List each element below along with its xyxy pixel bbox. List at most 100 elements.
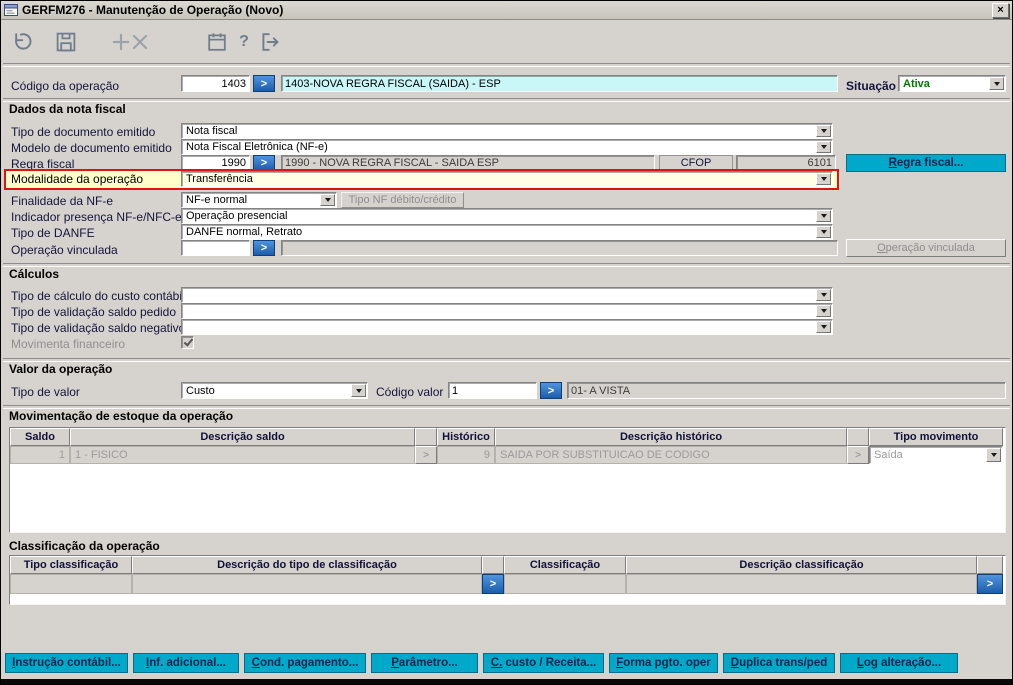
tipo-movimento-select[interactable]: Saída bbox=[869, 446, 1003, 464]
dropdown-arrow-icon[interactable] bbox=[351, 384, 366, 397]
separator bbox=[3, 358, 1010, 362]
grid-header-spacer bbox=[415, 428, 437, 446]
dropdown-arrow-icon[interactable] bbox=[816, 125, 831, 137]
codigo-valor-lookup-button[interactable]: > bbox=[540, 382, 562, 399]
saldo-pedido-label: Tipo de validação saldo pedido bbox=[11, 305, 177, 319]
x-icon bbox=[132, 34, 148, 50]
separator bbox=[3, 63, 1010, 67]
separator bbox=[3, 263, 1010, 267]
dropdown-arrow-icon[interactable] bbox=[816, 321, 831, 333]
saldo-lookup-button[interactable]: > bbox=[415, 446, 437, 464]
custo-contabil-select[interactable] bbox=[181, 287, 833, 303]
dropdown-arrow-icon[interactable] bbox=[816, 141, 831, 153]
dropdown-arrow-icon[interactable] bbox=[816, 289, 831, 301]
modelo-documento-label: Modelo de documento emitido bbox=[11, 141, 172, 155]
window-title: GERFM276 - Manutenção de Operação (Novo) bbox=[22, 3, 284, 17]
separator bbox=[3, 98, 1010, 102]
delete-button[interactable] bbox=[126, 28, 154, 56]
modalidade-select[interactable]: Transferência bbox=[181, 171, 833, 187]
help-button[interactable]: ? bbox=[230, 28, 258, 56]
calendar-icon bbox=[208, 33, 226, 51]
dropdown-arrow-icon[interactable] bbox=[320, 194, 335, 206]
section-title-nota-fiscal: Dados da nota fiscal bbox=[9, 102, 126, 116]
dropdown-arrow-icon[interactable] bbox=[989, 77, 1004, 90]
saldo-pedido-select[interactable] bbox=[181, 303, 833, 319]
codigo-operacao-descricao-field: 1403-NOVA REGRA FISCAL (SAIDA) - ESP bbox=[281, 75, 838, 92]
instrucao-contabil-button[interactable]: Instrução contábil... bbox=[5, 653, 128, 673]
regra-fiscal-button[interactable]: Regra fiscal... bbox=[846, 154, 1006, 172]
grid-header-spacer bbox=[847, 428, 869, 446]
c-custo-receita-button[interactable]: C. custo / Receita... bbox=[483, 653, 604, 673]
operacao-vinculada-button[interactable]: Operação vinculada bbox=[846, 239, 1006, 257]
historico-cell: 9 bbox=[437, 446, 495, 464]
descricao-classificacao-lookup-button[interactable]: > bbox=[977, 574, 1003, 594]
inf-adicional-button[interactable]: Inf. adicional... bbox=[133, 653, 239, 673]
dropdown-arrow-icon[interactable] bbox=[816, 210, 831, 222]
col-saldo-header: Saldo bbox=[10, 428, 70, 446]
undo-icon bbox=[15, 33, 32, 50]
title-bar: GERFM276 - Manutenção de Operação (Novo)… bbox=[1, 1, 1012, 20]
descricao-saldo-cell: 1 - FISICO bbox=[70, 446, 415, 464]
tipo-danfe-select[interactable]: DANFE normal, Retrato bbox=[181, 224, 833, 240]
tipo-documento-select[interactable]: Nota fiscal bbox=[181, 123, 833, 139]
exit-icon bbox=[262, 33, 279, 51]
classificacao-lookup-button[interactable]: > bbox=[482, 574, 504, 594]
exit-button[interactable] bbox=[256, 28, 284, 56]
close-button[interactable]: × bbox=[992, 2, 1009, 18]
indicador-presenca-select[interactable]: Operação presencial bbox=[181, 208, 833, 224]
log-alteracao-button[interactable]: Log alteração... bbox=[840, 653, 958, 673]
close-icon: × bbox=[997, 3, 1004, 16]
descricao-tipo-classificacao-field bbox=[132, 574, 482, 594]
movimenta-financeiro-checkbox[interactable] bbox=[181, 336, 194, 349]
dropdown-arrow-icon[interactable] bbox=[816, 305, 831, 317]
cond-pagamento-button[interactable]: Cond. pagamento... bbox=[244, 653, 366, 673]
saldo-negativo-select[interactable] bbox=[181, 319, 833, 335]
save-icon bbox=[56, 32, 76, 52]
modelo-documento-select[interactable]: Nota Fiscal Eletrônica (NF-e) bbox=[181, 139, 833, 155]
forma-pgto-oper-button[interactable]: Forma pgto. oper bbox=[609, 653, 718, 673]
section-title-calculos: Cálculos bbox=[9, 267, 60, 281]
finalidade-select[interactable]: NF-e normal bbox=[181, 192, 337, 208]
codigo-operacao-lookup-button[interactable]: > bbox=[253, 75, 275, 92]
descricao-classificacao-field bbox=[626, 574, 977, 594]
section-title-valor: Valor da operação bbox=[9, 362, 113, 376]
historico-lookup-button[interactable]: > bbox=[847, 446, 869, 464]
saldo-negativo-label: Tipo de validação saldo negativo bbox=[11, 321, 186, 335]
grid-header-spacer bbox=[482, 556, 504, 574]
finalidade-label: Finalidade da NF-e bbox=[11, 194, 114, 208]
col-classificacao-header: Classificação bbox=[504, 556, 626, 574]
col-descricao-tipo-header: Descrição do tipo de classificação bbox=[132, 556, 482, 574]
operacao-vinculada-input[interactable] bbox=[181, 240, 250, 256]
operacao-vinculada-label: Operação vinculada bbox=[11, 243, 118, 257]
situacao-select[interactable]: Ativa bbox=[898, 75, 1006, 92]
modalidade-label: Modalidade da operação bbox=[11, 172, 144, 186]
app-icon bbox=[4, 3, 18, 17]
col-tipo-movimento-header: Tipo movimento bbox=[869, 428, 1003, 446]
undo-button[interactable] bbox=[7, 28, 35, 56]
parametro-button[interactable]: Parâmetro... bbox=[371, 653, 478, 673]
tipo-nf-debito-credito-button[interactable]: Tipo NF débito/crédito bbox=[341, 192, 464, 208]
col-tipo-classificacao-header: Tipo classificação bbox=[10, 556, 132, 574]
help-icon: ? bbox=[239, 33, 249, 50]
dropdown-arrow-icon[interactable] bbox=[986, 448, 1001, 462]
codigo-valor-label: Código valor bbox=[376, 385, 444, 399]
duplica-trans-ped-button[interactable]: Duplica trans/ped bbox=[723, 653, 835, 673]
col-descricao-saldo-header: Descrição saldo bbox=[70, 428, 415, 446]
operacao-vinculada-lookup-button[interactable]: > bbox=[253, 240, 275, 256]
check-icon bbox=[183, 336, 194, 347]
calendar-button[interactable] bbox=[203, 28, 231, 56]
dropdown-arrow-icon[interactable] bbox=[816, 226, 831, 238]
estoque-grid: Saldo Descrição saldo Histórico Descriçã… bbox=[9, 427, 1006, 533]
dropdown-arrow-icon[interactable] bbox=[816, 173, 831, 185]
tipo-documento-label: Tipo de documento emitido bbox=[11, 125, 156, 139]
main-toolbar: ? bbox=[1, 20, 1012, 62]
descricao-historico-cell: SAIDA POR SUBSTITUICAO DE CODIGO bbox=[495, 446, 847, 464]
col-descricao-historico-header: Descrição histórico bbox=[495, 428, 847, 446]
window-bottom-edge bbox=[1, 679, 1012, 684]
footer-toolbar: Instrução contábil... Inf. adicional... … bbox=[5, 653, 958, 673]
app-window: GERFM276 - Manutenção de Operação (Novo)… bbox=[0, 0, 1013, 685]
tipo-valor-select[interactable]: Custo bbox=[181, 382, 368, 399]
codigo-valor-input[interactable] bbox=[448, 382, 537, 399]
save-button[interactable] bbox=[52, 28, 80, 56]
codigo-operacao-input[interactable] bbox=[181, 75, 250, 92]
